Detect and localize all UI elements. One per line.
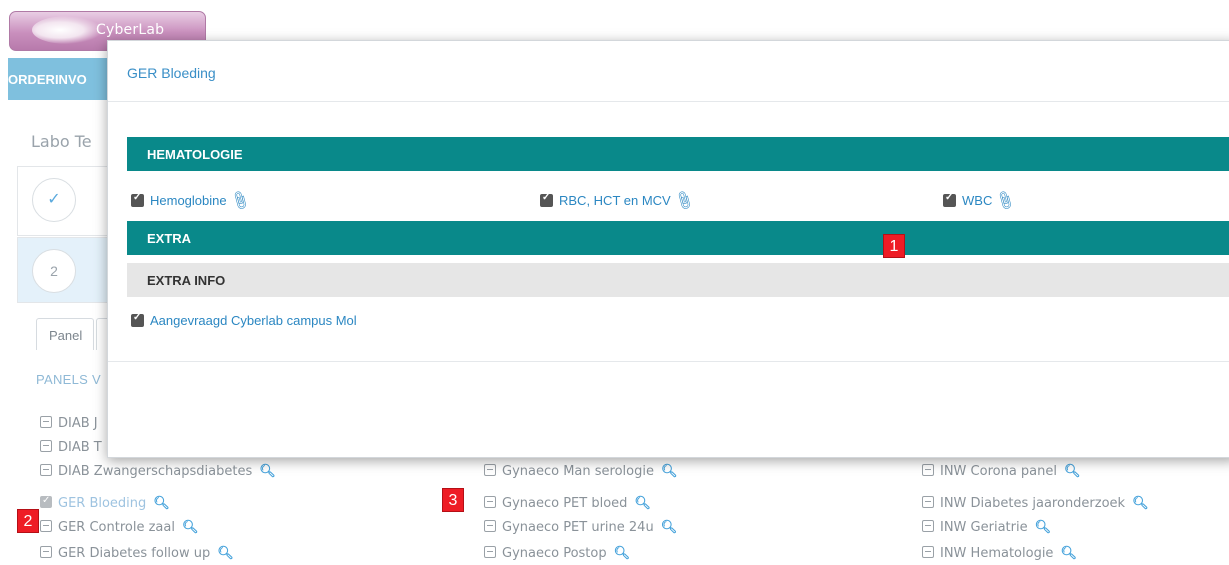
checkbox-checked-icon[interactable] [131,192,144,207]
panel-item[interactable]: DIAB T [40,440,102,455]
test-label[interactable]: RBC, HCT en MCV [559,193,671,208]
panel-item[interactable]: DIAB J [40,416,98,431]
checkbox-checked-icon[interactable] [40,495,52,508]
logo-text: CyberLab [96,22,165,38]
search-icon[interactable]: 🔍︎ [1035,520,1052,535]
paperclip-icon[interactable]: 📎︎ [228,189,251,213]
checkbox-icon[interactable] [40,464,52,476]
checkbox-icon[interactable] [922,520,934,532]
paperclip-icon[interactable]: 📎︎ [672,189,695,213]
checkbox-icon[interactable] [484,520,496,532]
panel-item[interactable]: DIAB Zwangerschapsdiabetes 🔍︎ [40,464,276,479]
panel-label: DIAB Zwangerschapsdiabetes [58,464,253,479]
panel-item[interactable]: Gynaeco PET urine 24u 🔍︎ [484,520,677,535]
panel-label: GER Bloeding [58,496,147,511]
search-icon[interactable]: 🔍︎ [153,496,170,511]
panel-label: DIAB T [58,440,102,455]
checkbox-icon[interactable] [922,546,934,558]
search-icon[interactable]: 🔍︎ [614,546,631,561]
panel-label: Gynaeco PET bloed [502,496,628,511]
section-extra-info: EXTRA INFO [127,263,1229,297]
step-2-circle[interactable]: 2 [32,249,76,293]
panel-item[interactable]: Gynaeco Postop 🔍︎ [484,546,630,561]
section-hematologie: HEMATOLOGIE [127,137,1229,171]
checkbox-icon[interactable] [922,496,934,508]
checkbox-icon[interactable] [40,520,52,532]
checkbox-checked-icon[interactable] [131,312,144,327]
annotation-marker-3: 3 [442,488,464,512]
panel-item[interactable]: INW Corona panel 🔍︎ [922,464,1081,479]
panel-label: INW Geriatrie [940,520,1028,535]
search-icon[interactable]: 🔍︎ [661,520,678,535]
modal-title: GER Bloeding [127,65,216,81]
search-icon[interactable]: 🔍︎ [1060,546,1077,561]
test-aangevraagd-mol[interactable]: Aangevraagd Cyberlab campus Mol [131,312,357,328]
modal-divider [108,101,1229,102]
checkbox-icon[interactable] [40,416,52,428]
search-icon[interactable]: 🔍︎ [634,496,651,511]
panel-item[interactable]: INW Hematologie 🔍︎ [922,546,1077,561]
test-rbc-hct-mcv[interactable]: RBC, HCT en MCV📎︎ [540,189,696,211]
panel-label: Gynaeco PET urine 24u [502,520,654,535]
logo-swoosh-icon [32,16,102,44]
nav-item-orderinvoer[interactable]: ORDERINVO [8,72,87,87]
annotation-marker-1: 1 [883,234,905,258]
checkbox-icon[interactable] [484,496,496,508]
checkbox-checked-icon[interactable] [540,192,553,207]
panel-detail-modal: GER Bloeding HEMATOLOGIE Hemoglobine📎︎ R… [107,40,1229,458]
panel-label: INW Diabetes jaaronderzoek [940,496,1126,511]
search-icon[interactable]: 🔍︎ [182,520,199,535]
checkbox-icon[interactable] [484,546,496,558]
section-extra: EXTRA [127,221,1229,255]
checkbox-icon[interactable] [484,464,496,476]
annotation-marker-2: 2 [17,509,39,533]
checkbox-checked-icon[interactable] [943,192,956,207]
paperclip-icon[interactable]: 📎︎ [993,189,1017,213]
test-label[interactable]: WBC [962,193,992,208]
search-icon[interactable]: 🔍︎ [1064,464,1081,479]
search-icon[interactable]: 🔍︎ [1132,496,1149,511]
search-icon[interactable]: 🔍︎ [661,464,678,479]
checkbox-icon[interactable] [40,440,52,452]
panel-label: GER Diabetes follow up [58,546,211,561]
panel-label: Gynaeco Postop [502,546,607,561]
checkbox-icon[interactable] [922,464,934,476]
modal-footer-divider [108,361,1229,362]
panel-label: DIAB J [58,416,98,431]
panel-item[interactable]: Gynaeco Man serologie 🔍︎ [484,464,678,479]
app-root: CyberLab ORDERINVO Labo Te ✓ 2 Panel PAN… [0,0,1229,565]
panels-heading: PANELS V [36,372,102,387]
test-label[interactable]: Aangevraagd Cyberlab campus Mol [150,313,357,328]
panel-label: INW Corona panel [940,464,1057,479]
test-label[interactable]: Hemoglobine [150,193,227,208]
search-icon[interactable]: 🔍︎ [259,464,276,479]
panel-label: INW Hematologie [940,546,1054,561]
panel-item[interactable]: Gynaeco PET bloed 🔍︎ [484,496,651,511]
step-1-check-icon[interactable]: ✓ [32,178,76,222]
panel-item[interactable]: GER Controle zaal 🔍︎ [40,520,198,535]
panel-label: GER Controle zaal [58,520,175,535]
tab-panel[interactable]: Panel [36,318,94,350]
panel-label: Gynaeco Man serologie [502,464,654,479]
panel-item-ger-bloeding[interactable]: GER Bloeding 🔍︎ [40,495,170,511]
panel-item[interactable]: INW Geriatrie 🔍︎ [922,520,1051,535]
panel-item[interactable]: GER Diabetes follow up 🔍︎ [40,546,234,561]
checkbox-icon[interactable] [40,546,52,558]
panel-item[interactable]: INW Diabetes jaaronderzoek 🔍︎ [922,496,1149,511]
labo-title: Labo Te [31,132,92,151]
test-hemoglobine[interactable]: Hemoglobine📎︎ [131,189,251,211]
search-icon[interactable]: 🔍︎ [217,546,234,561]
test-wbc[interactable]: WBC📎︎ [943,189,1017,211]
